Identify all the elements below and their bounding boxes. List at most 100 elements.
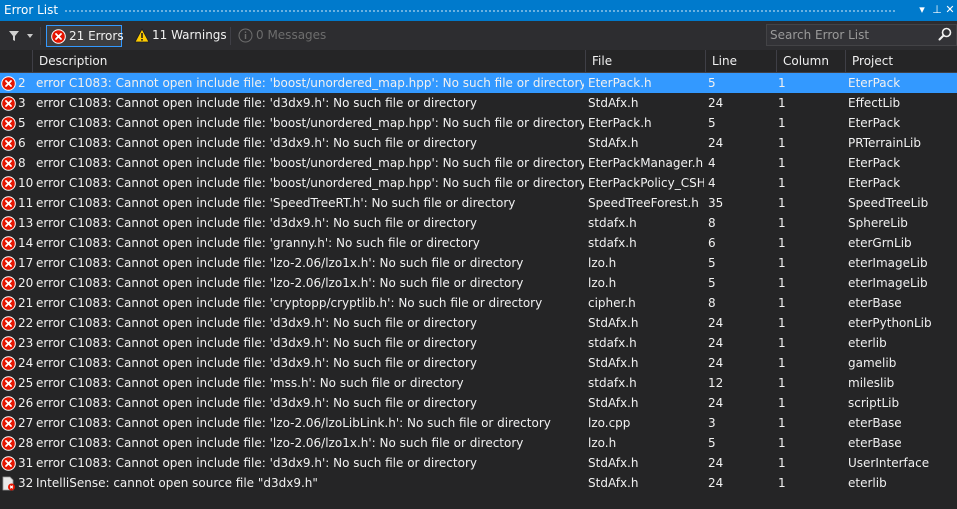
table-row[interactable]: 6 error C1083: Cannot open include file: … <box>0 133 957 153</box>
error-icon <box>0 213 16 233</box>
table-row[interactable]: 25 error C1083: Cannot open include file:… <box>0 373 957 393</box>
column-header-line[interactable]: Line <box>705 50 776 72</box>
warnings-filter-button[interactable]: 11 Warnings <box>130 25 227 47</box>
row-column: 1 <box>778 156 786 170</box>
row-file: lzo.h <box>588 436 617 450</box>
row-file: StdAfx.h <box>588 316 639 330</box>
messages-count-label: 0 Messages <box>256 28 327 42</box>
table-row[interactable]: 26 error C1083: Cannot open include file:… <box>0 393 957 413</box>
table-row[interactable]: 31 error C1083: Cannot open include file:… <box>0 453 957 473</box>
search-box[interactable] <box>766 24 957 46</box>
close-icon[interactable]: ✕ <box>943 2 957 18</box>
row-number: 3 <box>18 96 26 110</box>
row-description: error C1083: Cannot open include file: '… <box>36 256 524 270</box>
table-row[interactable]: 28 error C1083: Cannot open include file:… <box>0 433 957 453</box>
row-file: StdAfx.h <box>588 96 639 110</box>
error-icon <box>51 29 66 44</box>
row-number: 8 <box>18 156 26 170</box>
row-file: StdAfx.h <box>588 356 639 370</box>
row-project: gamelib <box>848 356 897 370</box>
table-row[interactable]: 21 error C1083: Cannot open include file:… <box>0 293 957 313</box>
row-project: eterlib <box>848 476 887 490</box>
row-column: 1 <box>778 216 786 230</box>
row-description: error C1083: Cannot open include file: '… <box>36 236 480 250</box>
error-icon <box>0 453 16 473</box>
error-icon <box>0 393 16 413</box>
column-header-file[interactable]: File <box>585 50 705 72</box>
row-description: error C1083: Cannot open include file: '… <box>36 316 477 330</box>
warning-icon <box>134 28 150 43</box>
row-column: 1 <box>778 396 786 410</box>
row-project: eterBase <box>848 416 902 430</box>
search-input[interactable] <box>770 26 930 44</box>
error-list-title-bar[interactable]: Error List ▾ ⊥ ✕ <box>0 0 957 21</box>
toolbar-separator <box>40 27 41 45</box>
row-description: error C1083: Cannot open include file: '… <box>36 216 477 230</box>
table-row[interactable]: 3 error C1083: Cannot open include file: … <box>0 93 957 113</box>
column-header-column[interactable]: Column <box>776 50 845 72</box>
table-row[interactable]: 20 error C1083: Cannot open include file:… <box>0 273 957 293</box>
error-icon <box>0 313 16 333</box>
row-line: 5 <box>708 256 716 270</box>
row-file: StdAfx.h <box>588 456 639 470</box>
filter-button[interactable] <box>4 27 34 45</box>
table-row[interactable]: 8 error C1083: Cannot open include file: … <box>0 153 957 173</box>
error-icon <box>0 173 16 193</box>
row-description: error C1083: Cannot open include file: '… <box>36 356 477 370</box>
table-row[interactable]: 23 error C1083: Cannot open include file:… <box>0 333 957 353</box>
table-row[interactable]: 17 error C1083: Cannot open include file:… <box>0 253 957 273</box>
row-description: error C1083: Cannot open include file: '… <box>36 396 477 410</box>
messages-filter-button[interactable]: 0 Messages <box>234 25 328 47</box>
info-icon <box>238 28 253 43</box>
pin-icon[interactable]: ⊥ <box>930 2 944 18</box>
row-line: 24 <box>708 136 724 150</box>
row-line: 24 <box>708 356 724 370</box>
row-number: 10 <box>18 176 34 190</box>
table-row[interactable]: 11 error C1083: Cannot open include file:… <box>0 193 957 213</box>
row-number: 25 <box>18 376 34 390</box>
row-project: SphereLib <box>848 216 908 230</box>
row-file: EterPackManager.h <box>588 156 704 170</box>
column-header-description[interactable]: Description <box>32 50 584 72</box>
table-row[interactable]: 27 error C1083: Cannot open include file:… <box>0 413 957 433</box>
table-row[interactable]: 14 error C1083: Cannot open include file:… <box>0 233 957 253</box>
table-row[interactable]: 13 error C1083: Cannot open include file:… <box>0 213 957 233</box>
row-column: 1 <box>778 256 786 270</box>
window-title: Error List <box>4 3 59 17</box>
row-column: 1 <box>778 296 786 310</box>
row-line: 8 <box>708 216 716 230</box>
row-number: 22 <box>18 316 34 330</box>
row-column: 1 <box>778 316 786 330</box>
error-icon <box>0 373 16 393</box>
row-line: 35 <box>708 196 724 210</box>
table-row[interactable]: 5 error C1083: Cannot open include file: … <box>0 113 957 133</box>
table-row[interactable]: 22 error C1083: Cannot open include file:… <box>0 313 957 333</box>
row-line: 24 <box>708 336 724 350</box>
row-number: 13 <box>18 216 34 230</box>
table-row[interactable]: 24 error C1083: Cannot open include file:… <box>0 353 957 373</box>
row-column: 1 <box>778 436 786 450</box>
row-description: error C1083: Cannot open include file: '… <box>36 376 464 390</box>
table-row[interactable]: 10 error C1083: Cannot open include file:… <box>0 173 957 193</box>
row-project: EffectLib <box>848 96 901 110</box>
row-description: error C1083: Cannot open include file: '… <box>36 96 477 110</box>
row-line: 24 <box>708 476 724 490</box>
row-line: 5 <box>708 276 716 290</box>
row-column: 1 <box>778 236 786 250</box>
row-number: 2 <box>18 76 26 90</box>
row-column: 1 <box>778 96 786 110</box>
filter-dropdown-caret-icon[interactable] <box>27 34 33 38</box>
table-row[interactable]: 32 IntelliSense: cannot open source file … <box>0 473 957 493</box>
error-icon <box>0 153 16 173</box>
column-header-project[interactable]: Project <box>845 50 957 72</box>
window-menu-dropdown-icon[interactable]: ▾ <box>915 2 929 18</box>
warnings-count-label: 11 Warnings <box>152 28 227 42</box>
error-icon <box>0 293 16 313</box>
row-project: eterImageLib <box>848 276 928 290</box>
row-line: 12 <box>708 376 724 390</box>
error-icon <box>0 93 16 113</box>
errors-filter-button[interactable]: 21 Errors <box>46 25 124 47</box>
search-icon[interactable] <box>938 27 952 41</box>
row-project: EterPack <box>848 76 901 90</box>
table-row[interactable]: 2 error C1083: Cannot open include file: … <box>0 73 957 93</box>
